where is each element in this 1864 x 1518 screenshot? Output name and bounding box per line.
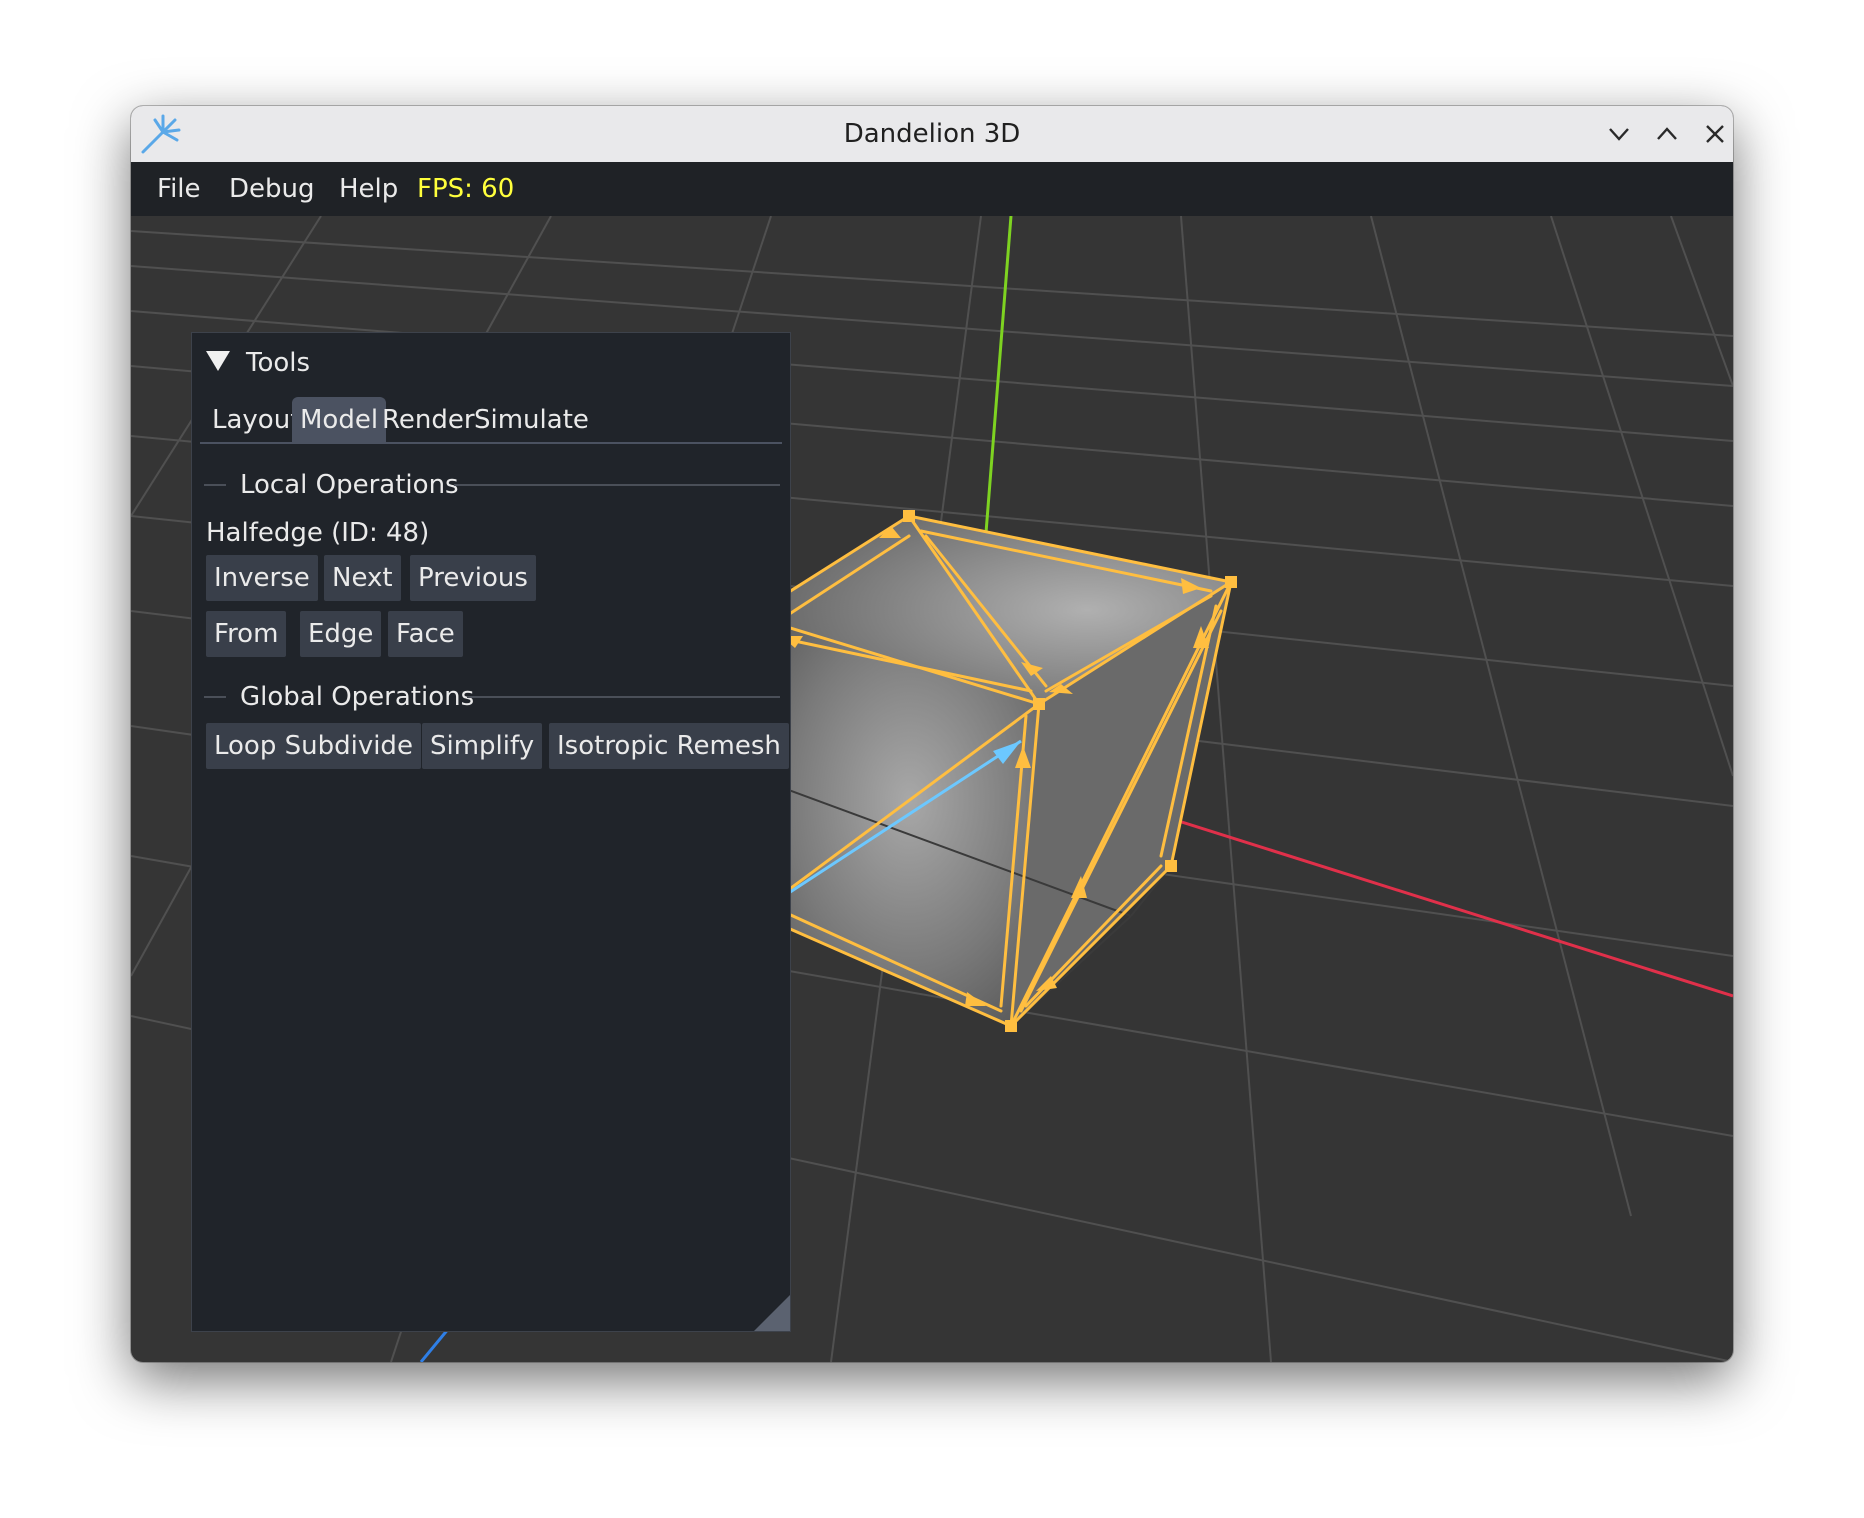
- next-button[interactable]: Next: [324, 555, 401, 601]
- global-operations-label: Global Operations: [240, 682, 475, 712]
- tab-simulate[interactable]: Simulate: [466, 397, 597, 443]
- tab-model[interactable]: Model: [292, 397, 387, 443]
- fps-counter: FPS: 60: [417, 174, 515, 204]
- menu-bar: File Debug Help FPS: 60: [131, 162, 1733, 216]
- chevron-up-icon: [1657, 127, 1677, 140]
- window-title: Dandelion 3D: [843, 119, 1021, 149]
- face-button[interactable]: Face: [388, 611, 463, 657]
- tools-panel-title: Tools: [246, 348, 311, 378]
- chevron-down-icon: [1609, 128, 1629, 141]
- menu-file[interactable]: File: [157, 162, 201, 216]
- selection-info: Halfedge (ID: 48): [206, 518, 430, 548]
- menu-help[interactable]: Help: [339, 162, 398, 216]
- global-operations-separator: Global Operations: [204, 677, 780, 717]
- close-icon: [1706, 125, 1724, 143]
- app-window: Dandelion 3D File Debug Help FPS: 60 Too…: [131, 106, 1733, 1362]
- 3d-viewport[interactable]: Tools Layout Model Render Simulate Local…: [131, 215, 1733, 1362]
- tools-panel[interactable]: Tools Layout Model Render Simulate Local…: [191, 332, 791, 1332]
- tab-underline: [200, 442, 782, 444]
- menu-debug[interactable]: Debug: [229, 162, 315, 216]
- from-button[interactable]: From: [206, 611, 287, 657]
- title-bar[interactable]: Dandelion 3D: [131, 106, 1733, 163]
- local-operations-separator: Local Operations: [204, 465, 780, 505]
- collapse-triangle-icon[interactable]: [206, 350, 230, 371]
- simplify-button[interactable]: Simplify: [422, 723, 543, 769]
- maximize-button[interactable]: [1649, 116, 1685, 152]
- inverse-button[interactable]: Inverse: [206, 555, 318, 601]
- resize-grip[interactable]: [754, 1295, 790, 1331]
- close-button[interactable]: [1697, 116, 1733, 152]
- loop-subdivide-button[interactable]: Loop Subdivide: [206, 723, 421, 769]
- local-operations-label: Local Operations: [240, 470, 459, 500]
- minimize-button[interactable]: [1601, 116, 1637, 152]
- previous-button[interactable]: Previous: [410, 555, 536, 601]
- isotropic-remesh-button[interactable]: Isotropic Remesh: [549, 723, 789, 769]
- edge-button[interactable]: Edge: [300, 611, 382, 657]
- tools-panel-header[interactable]: Tools: [206, 341, 310, 385]
- axis-x-line: [1130, 804, 1733, 998]
